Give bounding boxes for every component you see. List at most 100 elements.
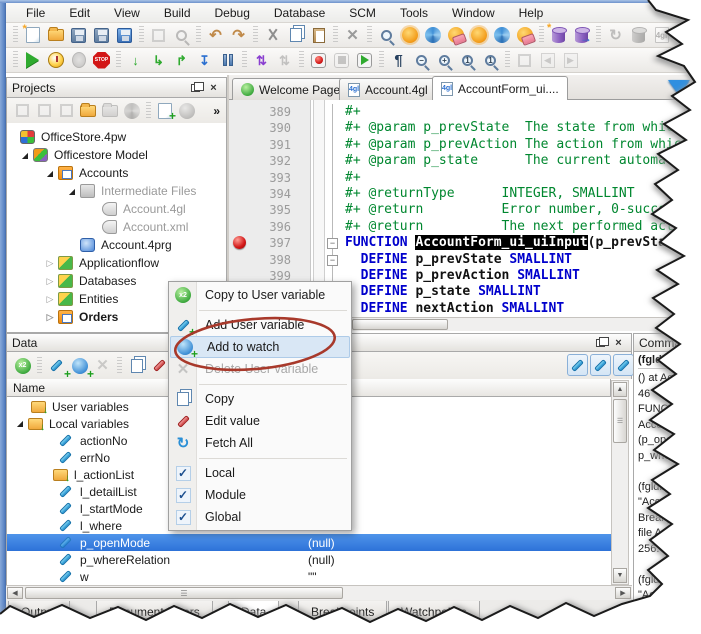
scroll-right-icon[interactable]: ▶ xyxy=(615,587,631,599)
tab-welcome-page[interactable]: Welcome Page xyxy=(232,78,349,100)
menu-item-local[interactable]: ✓ Local xyxy=(169,462,351,484)
cut-icon[interactable] xyxy=(262,25,283,46)
format-toggle-2[interactable] xyxy=(590,354,611,376)
redo-icon[interactable]: ↷ xyxy=(228,25,249,46)
new-library-icon[interactable] xyxy=(34,101,54,121)
menu-item-copy-to-user-variable[interactable]: x2 Copy to User variable xyxy=(169,284,351,306)
expander-icon[interactable]: ◢ xyxy=(15,419,25,428)
rebuild-all-gear-icon[interactable] xyxy=(491,25,512,46)
zoom-reset-icon[interactable]: 1 xyxy=(457,50,478,71)
clean-gear-icon[interactable] xyxy=(445,25,466,46)
expander-icon[interactable]: ▷ xyxy=(45,312,55,323)
new-file-icon[interactable]: * xyxy=(22,25,43,46)
find-in-files-icon[interactable] xyxy=(376,25,397,46)
delete-icon[interactable]: ✕ xyxy=(342,25,363,46)
fullscreen-icon[interactable] xyxy=(514,50,535,71)
tab-output[interactable]: Output xyxy=(8,601,70,623)
tree-item-entities[interactable]: ▷ Entities xyxy=(7,290,118,308)
zoom-in-icon[interactable]: + xyxy=(434,50,455,71)
tree-item-project[interactable]: OfficeStore.4pw xyxy=(7,128,126,146)
clear-breakpoints-icon[interactable]: ⇅ xyxy=(274,50,295,71)
projects-toolbar-overflow[interactable]: » xyxy=(213,104,220,118)
data-float-button[interactable] xyxy=(593,336,608,350)
tree-item-orders[interactable]: ▷ Orders xyxy=(7,308,118,326)
undo-icon[interactable]: ↶ xyxy=(205,25,226,46)
menu-item-copy[interactable]: Copy xyxy=(169,388,351,410)
add-user-variable-icon[interactable]: + xyxy=(46,355,67,376)
copy-value-icon[interactable] xyxy=(126,355,147,376)
play-macro-icon[interactable] xyxy=(354,50,375,71)
build-gear-icon[interactable] xyxy=(399,25,420,46)
data-row-p-openmode[interactable]: p_openMode (null) xyxy=(7,534,611,551)
navigate-forward-icon[interactable]: ▶ xyxy=(560,50,581,71)
scroll-left-icon[interactable]: ◀ xyxy=(7,587,23,599)
data-vscroll-thumb[interactable]: ☰ xyxy=(613,399,627,443)
editor-hscroll-thumb[interactable] xyxy=(352,319,448,330)
expander-icon[interactable]: ▷ xyxy=(45,258,55,269)
fold-collapse-icon[interactable]: − xyxy=(327,255,338,266)
menu-debug[interactable]: Debug xyxy=(203,4,262,22)
tree-item-account-4prg[interactable]: Account.4prg xyxy=(7,236,172,254)
tree-item-accounts[interactable]: ◢ Accounts xyxy=(7,164,128,182)
new-application-icon[interactable] xyxy=(56,101,76,121)
import-database-icon[interactable]: → xyxy=(571,25,592,46)
tree-item-intermediate-files[interactable]: ◢ Intermediate Files xyxy=(7,182,196,200)
menu-edit[interactable]: Edit xyxy=(57,4,102,22)
show-whitespace-icon[interactable]: ¶ xyxy=(388,50,409,71)
menu-tools[interactable]: Tools xyxy=(388,4,440,22)
projects-float-button[interactable] xyxy=(188,81,203,95)
save-as-icon[interactable] xyxy=(91,25,112,46)
menu-item-global[interactable]: ✓ Global xyxy=(169,506,351,528)
projects-close-button[interactable]: × xyxy=(206,81,221,95)
stop-icon[interactable]: STOP xyxy=(91,50,112,71)
paste-icon[interactable] xyxy=(308,25,329,46)
expander-icon[interactable]: ◢ xyxy=(20,151,30,160)
menu-item-fetch-all[interactable]: ↻ Fetch All xyxy=(169,432,351,454)
breakpoint-icon[interactable] xyxy=(233,236,246,249)
menu-item-add-user-variable[interactable]: + Add User variable xyxy=(169,314,351,336)
tab-breakpoints[interactable]: Breakpoints xyxy=(298,601,387,623)
tab-document-errors[interactable]: Document Errors xyxy=(96,601,213,623)
menu-window[interactable]: Window xyxy=(440,4,507,22)
data-row-p-whererelation[interactable]: p_whereRelation (null) xyxy=(7,551,611,568)
print-preview-icon[interactable] xyxy=(171,25,192,46)
expander-icon[interactable]: ◢ xyxy=(67,187,77,196)
edit-value-icon[interactable] xyxy=(149,355,170,376)
print-icon[interactable] xyxy=(148,25,169,46)
delete-user-variable-icon[interactable]: ✕ xyxy=(92,355,113,376)
step-into-icon[interactable]: ↓ xyxy=(125,50,146,71)
new-group-icon[interactable] xyxy=(78,101,98,121)
schedule-run-icon[interactable] xyxy=(45,50,66,71)
build-all-gear-icon[interactable] xyxy=(468,25,489,46)
format-toggle-1[interactable] xyxy=(567,354,588,376)
menu-help[interactable]: Help xyxy=(507,4,556,22)
menu-item-edit-value[interactable]: Edit value xyxy=(169,410,351,432)
fold-collapse-icon[interactable]: − xyxy=(327,238,338,249)
navigate-back-icon[interactable]: ◀ xyxy=(537,50,558,71)
tab-list-dropdown-icon[interactable] xyxy=(668,80,690,95)
menu-item-add-to-watch[interactable]: + Add to watch xyxy=(170,336,350,358)
link-4gl-icon[interactable]: 4gl xyxy=(674,25,695,46)
save-all-icon[interactable] xyxy=(114,25,135,46)
copy-icon[interactable] xyxy=(285,25,306,46)
menu-item-module[interactable]: ✓ Module xyxy=(169,484,351,506)
package-icon[interactable] xyxy=(122,101,142,121)
data-vscrollbar[interactable]: ▲ ☰ ▼ xyxy=(611,380,629,585)
expander-icon[interactable]: ▷ xyxy=(45,276,55,287)
database-settings-icon[interactable] xyxy=(628,25,649,46)
scroll-up-icon[interactable]: ▲ xyxy=(613,382,627,397)
menu-database[interactable]: Database xyxy=(262,4,337,22)
debug-bug-icon[interactable] xyxy=(68,50,89,71)
tab-accountform-ui[interactable]: 4gl AccountForm_ui.... xyxy=(432,76,568,100)
tree-item-applicationflow[interactable]: ▷ Applicationflow xyxy=(7,254,159,272)
tab-account-4gl[interactable]: 4gl Account.4gl xyxy=(339,78,437,100)
copy-to-user-variable-icon[interactable]: x2 xyxy=(12,355,33,376)
tree-item-account-4gl[interactable]: Account.4gl xyxy=(7,200,186,218)
add-to-watch-icon[interactable]: + xyxy=(69,355,90,376)
menu-build[interactable]: Build xyxy=(152,4,203,22)
scroll-down-icon[interactable]: ▼ xyxy=(613,568,627,583)
stop-macro-icon[interactable] xyxy=(331,50,352,71)
menu-file[interactable]: File xyxy=(14,4,57,22)
zoom-custom-icon[interactable]: 1 xyxy=(480,50,501,71)
command-panel[interactable]: (fgldb) () at Acc 46 FUNCTI Accoun (p_op… xyxy=(633,352,701,634)
